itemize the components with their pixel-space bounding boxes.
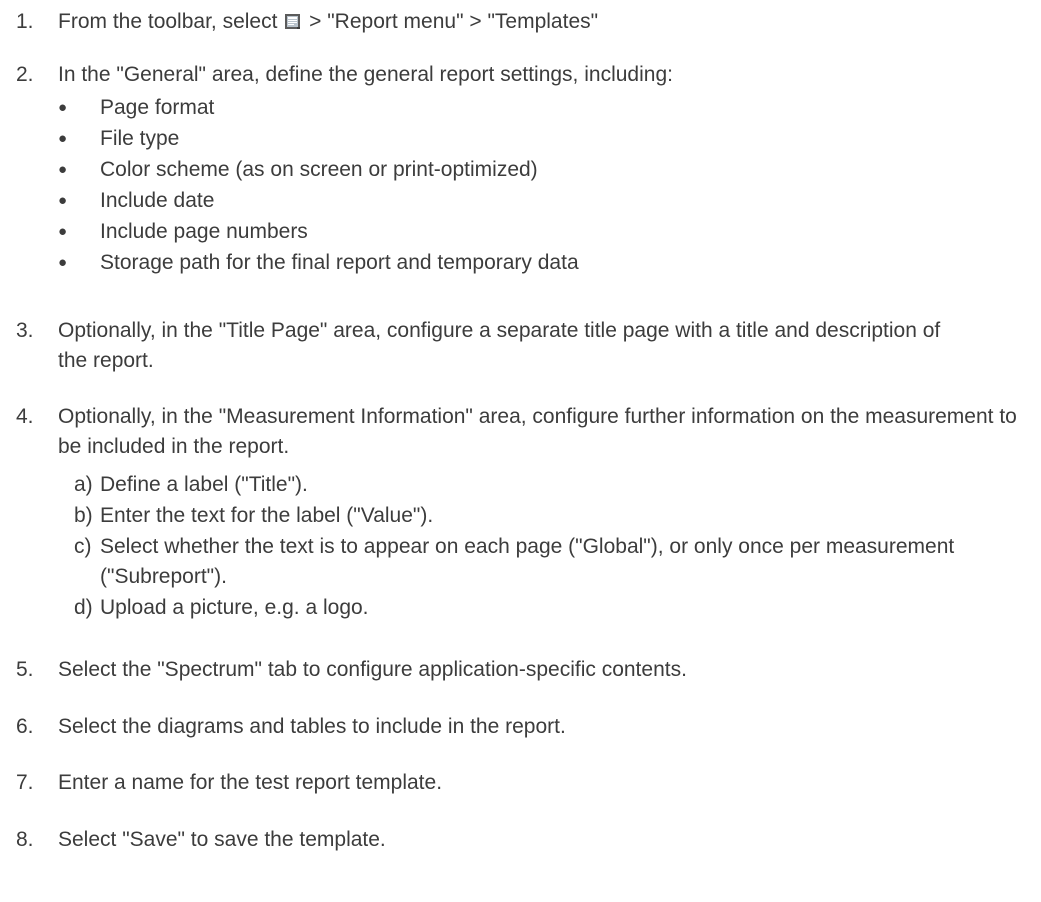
- step-5: 5. Select the "Spectrum" tab to configur…: [0, 655, 1030, 685]
- step-2: 2. In the "General" area, define the gen…: [0, 60, 1030, 278]
- bullet-icon: ●: [58, 161, 68, 178]
- substep-list: a) Define a label ("Title"). b) Enter the …: [0, 470, 1030, 623]
- step-text: Optionally, in the "Title Page" area, co…: [58, 319, 941, 372]
- step-text: Select the "Spectrum" tab to configure a…: [58, 658, 687, 681]
- step-4: 4. Optionally, in the "Measurement Infor…: [0, 402, 1030, 624]
- bullet-item: ● Include page numbers: [58, 216, 1030, 247]
- substep-item: b) Enter the text for the label ("Value")…: [74, 501, 1030, 531]
- report-menu-icon: [284, 9, 301, 29]
- step-number: 7.: [16, 771, 34, 794]
- step-number: 8.: [16, 828, 34, 851]
- step-number: 4.: [16, 405, 34, 428]
- bullet-item: ● Include date: [58, 185, 1030, 216]
- bullet-item: ● Storage path for the final report and t…: [58, 247, 1030, 278]
- bullet-list: ● Page format ● File type ● Color scheme (a…: [0, 92, 1030, 278]
- bullet-icon: ●: [58, 99, 68, 116]
- bullet-icon: ●: [58, 130, 68, 147]
- step-text-after: > "Report menu" > "Templates": [309, 10, 599, 33]
- step-number: 1.: [16, 10, 34, 33]
- step-text: In the "General" area, define the genera…: [58, 63, 673, 86]
- step-7: 7. Enter a name for the test report temp…: [0, 768, 1030, 798]
- substep-label: c): [74, 535, 92, 558]
- step-number: 3.: [16, 319, 34, 342]
- step-text: From the toolbar, select > "Report menu"…: [58, 7, 1030, 37]
- step-text: Select the diagrams and tables to includ…: [58, 715, 566, 738]
- substep-label: d): [74, 596, 93, 619]
- substep-item: c) Select whether the text is to appear o…: [74, 532, 1000, 592]
- bullet-icon: ●: [58, 192, 68, 209]
- step-text: Enter a name for the test report templat…: [58, 771, 443, 794]
- bullet-icon: ●: [58, 223, 68, 240]
- bullet-item: ● Page format: [58, 92, 1030, 123]
- step-text: Optionally, in the "Measurement Informat…: [58, 405, 1017, 458]
- step-number: 6.: [16, 715, 34, 738]
- substep-item: a) Define a label ("Title").: [74, 470, 1030, 500]
- bullet-item: ● File type: [58, 123, 1030, 154]
- bullet-icon: ●: [58, 254, 68, 271]
- substep-label: b): [74, 504, 93, 527]
- bullet-item: ● Color scheme (as on screen or print-opt…: [58, 154, 1030, 185]
- step-1: 1. From the toolbar, select > "Report me…: [0, 7, 1030, 37]
- step-text: Select "Save" to save the template.: [58, 828, 386, 851]
- step-8: 8. Select "Save" to save the template.: [0, 825, 1030, 855]
- step-text-before: From the toolbar, select: [58, 10, 278, 33]
- step-number: 2.: [16, 63, 34, 86]
- substep-item: d) Upload a picture, e.g. a logo.: [74, 593, 1030, 623]
- step-number: 5.: [16, 658, 34, 681]
- step-6: 6. Select the diagrams and tables to inc…: [0, 712, 1030, 742]
- step-3: 3. Optionally, in the "Title Page" area,…: [0, 316, 1030, 376]
- substep-label: a): [74, 473, 93, 496]
- procedure-document: 1. From the toolbar, select > "Report me…: [0, 0, 1041, 902]
